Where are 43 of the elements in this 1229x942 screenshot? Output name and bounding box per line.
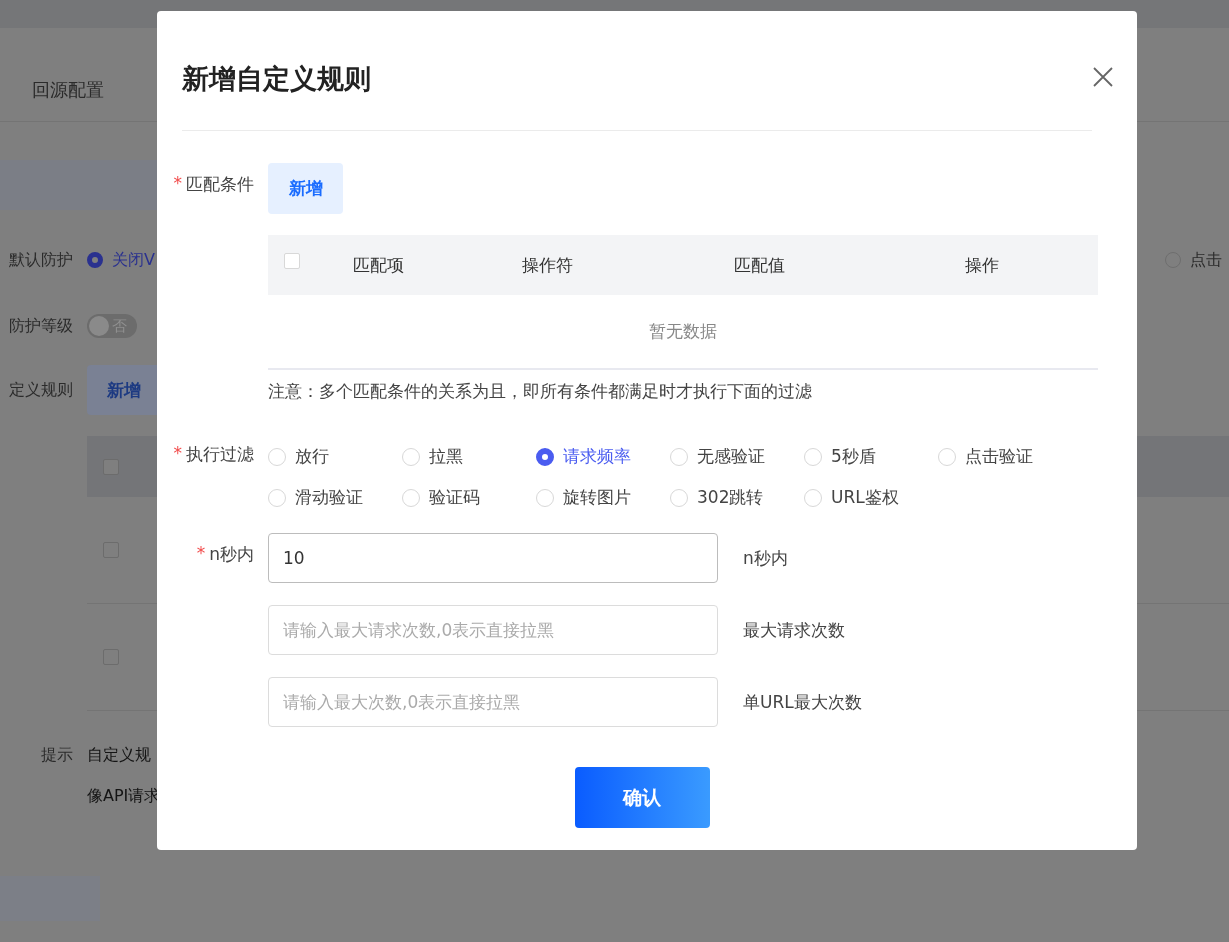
radio-label[interactable]: 点击 [1190,249,1222,271]
radio-label[interactable]: 302跳转 [697,486,764,509]
radio-label[interactable]: 点击验证 [965,445,1033,468]
field-label: 默认防护 [8,249,73,271]
required-mark: * [173,173,182,195]
close-icon[interactable] [1093,67,1113,87]
field-label: 防护等级 [8,315,73,337]
dialog-title: 新增自定义规则 [182,61,371,96]
field-label: 最大请求次数 [743,618,845,642]
field-label: 定义规则 [8,379,73,401]
empty-message: 暂无数据 [649,320,717,343]
note-text: 注意：多个匹配条件的关系为且，即所有条件都满足时才执行下面的过滤 [268,381,812,401]
tip-text: 自定义规 [87,745,151,766]
radio-label[interactable]: 滑动验证 [295,486,363,509]
tip-label: 提示 [40,745,73,766]
radio-button[interactable] [87,252,103,268]
field-label: n秒内 [209,543,254,566]
required-mark: * [173,443,182,465]
input-field[interactable]: 请输入最大次数,0表示直接拉黑 [268,677,718,727]
radio-label[interactable]: 放行 [295,445,329,468]
column-header: 匹配项 [352,253,405,277]
input-field[interactable]: 请输入最大请求次数,0表示直接拉黑 [268,605,718,655]
field-label: 执行过滤 [186,443,254,466]
tab[interactable]: 回源配置 [32,79,104,100]
required-mark: * [196,543,206,565]
radio-button[interactable] [536,447,554,466]
confirm-button[interactable]: 确认 [574,767,710,828]
field-label: n秒内 [743,546,788,570]
table-header [87,436,157,497]
radio-label[interactable]: 无感验证 [697,445,765,468]
column-header: 操作符 [520,253,574,277]
radio-label[interactable]: 验证码 [429,486,480,509]
column-header: 操作 [963,253,1000,277]
radio-label[interactable]: 旋转图片 [563,486,631,509]
field-label: 匹配条件 [186,173,254,196]
radio-label[interactable]: 5秒盾 [831,445,876,468]
radio-label[interactable]: 拉黑 [429,445,463,468]
field-label: 单URL最大次数 [743,690,862,714]
radio-label[interactable]: URL鉴权 [831,486,899,509]
input-field[interactable]: 10 [268,533,718,583]
add-button[interactable]: 新增 [268,163,343,214]
column-header: 匹配值 [732,253,786,277]
radio-label[interactable]: 请求频率 [563,445,631,468]
